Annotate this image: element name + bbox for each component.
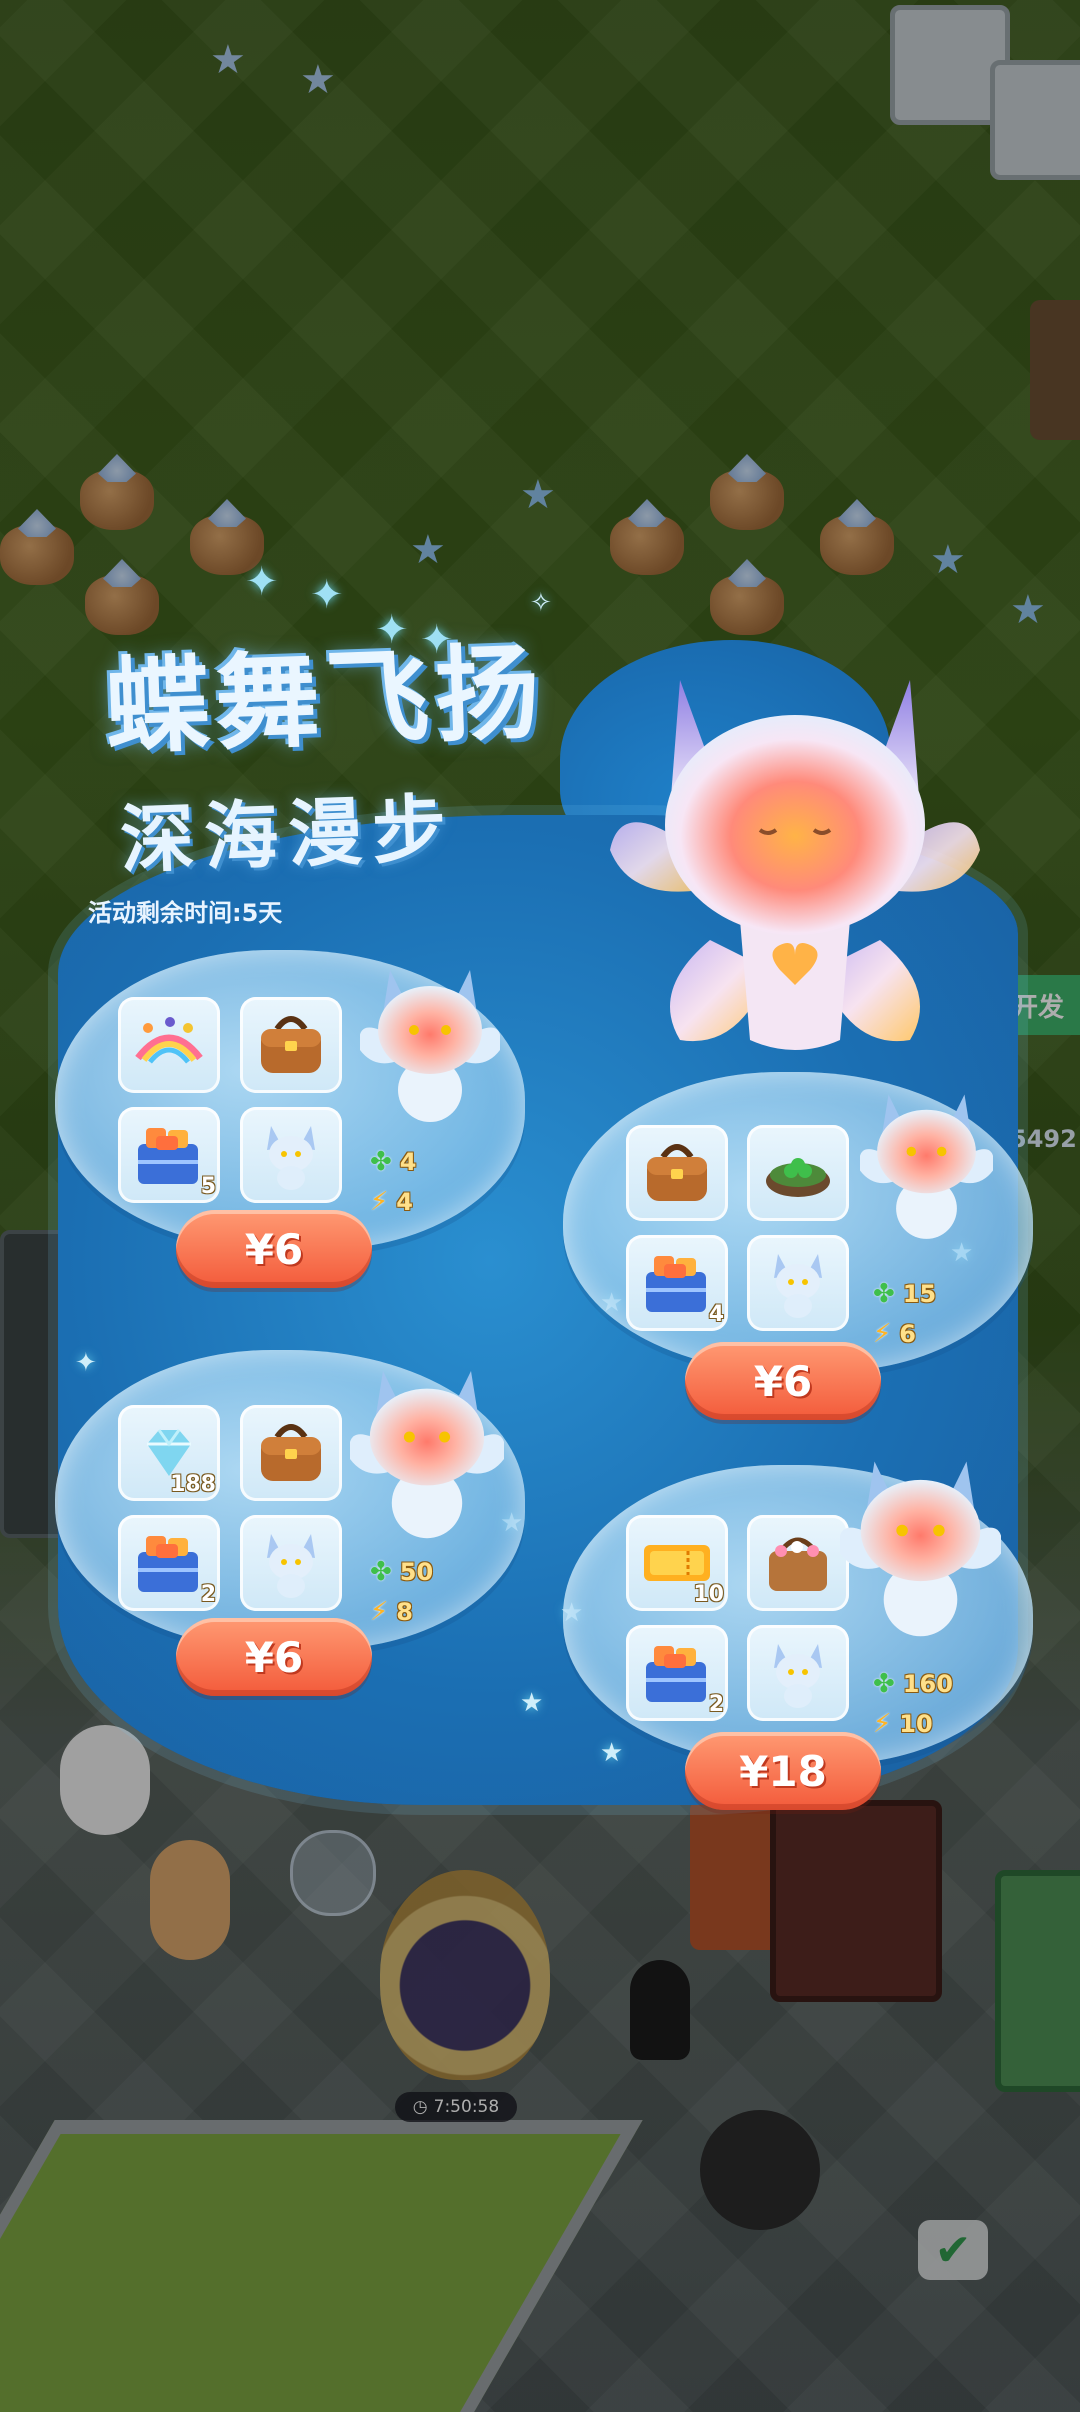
reward-item[interactable] <box>240 1405 342 1501</box>
energy-value: 6 <box>899 1320 916 1348</box>
purchase-button[interactable]: ¥6 <box>685 1342 881 1420</box>
reward-item[interactable] <box>747 1515 849 1611</box>
clover-stat: ✤ 4 <box>370 1148 417 1176</box>
event-subtitle: 深海漫步 <box>118 786 458 884</box>
lightning-icon: ⚡ <box>370 1597 389 1627</box>
reward-item[interactable] <box>240 1107 342 1203</box>
purchase-button[interactable]: ¥6 <box>176 1210 372 1288</box>
clover-icon: ✤ <box>873 1669 895 1699</box>
item-quantity: 2 <box>708 1692 724 1717</box>
sparkle-icon: ✦ <box>75 1348 97 1378</box>
clover-value: 50 <box>399 1558 434 1586</box>
energy-value: 4 <box>396 1188 413 1216</box>
item-quantity: 4 <box>708 1302 724 1327</box>
reward-item[interactable]: 4 <box>626 1235 728 1331</box>
reward-item[interactable]: 10 <box>626 1515 728 1611</box>
pet-preview <box>359 960 501 1134</box>
reward-item[interactable] <box>240 997 342 1093</box>
energy-stat: ⚡ 6 <box>873 1320 916 1348</box>
event-title: 蝶舞飞扬 <box>103 631 548 769</box>
item-quantity: 10 <box>693 1582 724 1607</box>
reward-item[interactable] <box>747 1625 849 1721</box>
lightning-icon: ⚡ <box>370 1187 389 1217</box>
energy-stat: ⚡ 4 <box>370 1188 413 1216</box>
clover-stat: ✤ 160 <box>873 1670 953 1698</box>
item-quantity: 188 <box>170 1472 216 1497</box>
sparkle-icon: ★ <box>600 1738 624 1768</box>
energy-value: 8 <box>396 1598 413 1626</box>
event-timer: 活动剩余时间:5天 <box>88 899 283 927</box>
pet-figure-icon <box>747 1235 849 1331</box>
pet-preview <box>859 1085 994 1251</box>
clover-icon: ✤ <box>370 1147 392 1177</box>
clover-value: 160 <box>902 1670 953 1698</box>
reward-item[interactable] <box>240 1515 342 1611</box>
lightning-icon: ⚡ <box>873 1709 892 1739</box>
sparkle-icon: ★ <box>520 1688 544 1718</box>
energy-value: 10 <box>899 1710 933 1738</box>
clover-value: 15 <box>902 1280 937 1308</box>
pet-figure-icon <box>240 1107 342 1203</box>
leather-bag-icon <box>240 997 342 1093</box>
sparkle-icon: ✦ <box>245 559 279 605</box>
reward-item[interactable]: 188 <box>118 1405 220 1501</box>
lightning-icon: ⚡ <box>873 1319 892 1349</box>
flower-basket-icon <box>747 1515 849 1611</box>
clover-icon: ✤ <box>873 1279 895 1309</box>
pet-figure-icon <box>240 1515 342 1611</box>
featured-butterfly-pet <box>610 680 980 1050</box>
reward-item[interactable]: 2 <box>118 1515 220 1611</box>
clover-value: 4 <box>399 1148 417 1176</box>
rainbow-gift-icon <box>118 997 220 1093</box>
reward-item[interactable]: 2 <box>626 1625 728 1721</box>
energy-stat: ⚡ 8 <box>370 1598 413 1626</box>
reward-item[interactable] <box>747 1235 849 1331</box>
clover-pot-icon <box>747 1125 849 1221</box>
leather-bag-icon <box>240 1405 342 1501</box>
reward-item[interactable] <box>747 1125 849 1221</box>
reward-item[interactable] <box>118 997 220 1093</box>
pet-preview <box>349 1360 505 1551</box>
clover-stat: ✤ 15 <box>873 1280 936 1308</box>
purchase-button[interactable]: ¥18 <box>685 1732 881 1810</box>
leather-bag-icon <box>626 1125 728 1221</box>
clover-icon: ✤ <box>370 1557 392 1587</box>
event-offer-popup: ✦ ✦ ✦ ✦ ✧ ★ ★ ★ ★ ✦ ★ ★ 蝶舞飞扬 深海漫步 活动剩余时间… <box>0 0 1080 2412</box>
item-quantity: 2 <box>200 1582 216 1607</box>
reward-item[interactable] <box>626 1125 728 1221</box>
purchase-button[interactable]: ¥6 <box>176 1618 372 1696</box>
energy-stat: ⚡ 10 <box>873 1710 933 1738</box>
pet-figure-icon <box>747 1625 849 1721</box>
pet-preview <box>839 1450 1002 1650</box>
item-quantity: 5 <box>200 1174 216 1199</box>
sparkle-icon: ✦ <box>310 572 344 618</box>
reward-item[interactable]: 5 <box>118 1107 220 1203</box>
clover-stat: ✤ 50 <box>370 1558 433 1586</box>
